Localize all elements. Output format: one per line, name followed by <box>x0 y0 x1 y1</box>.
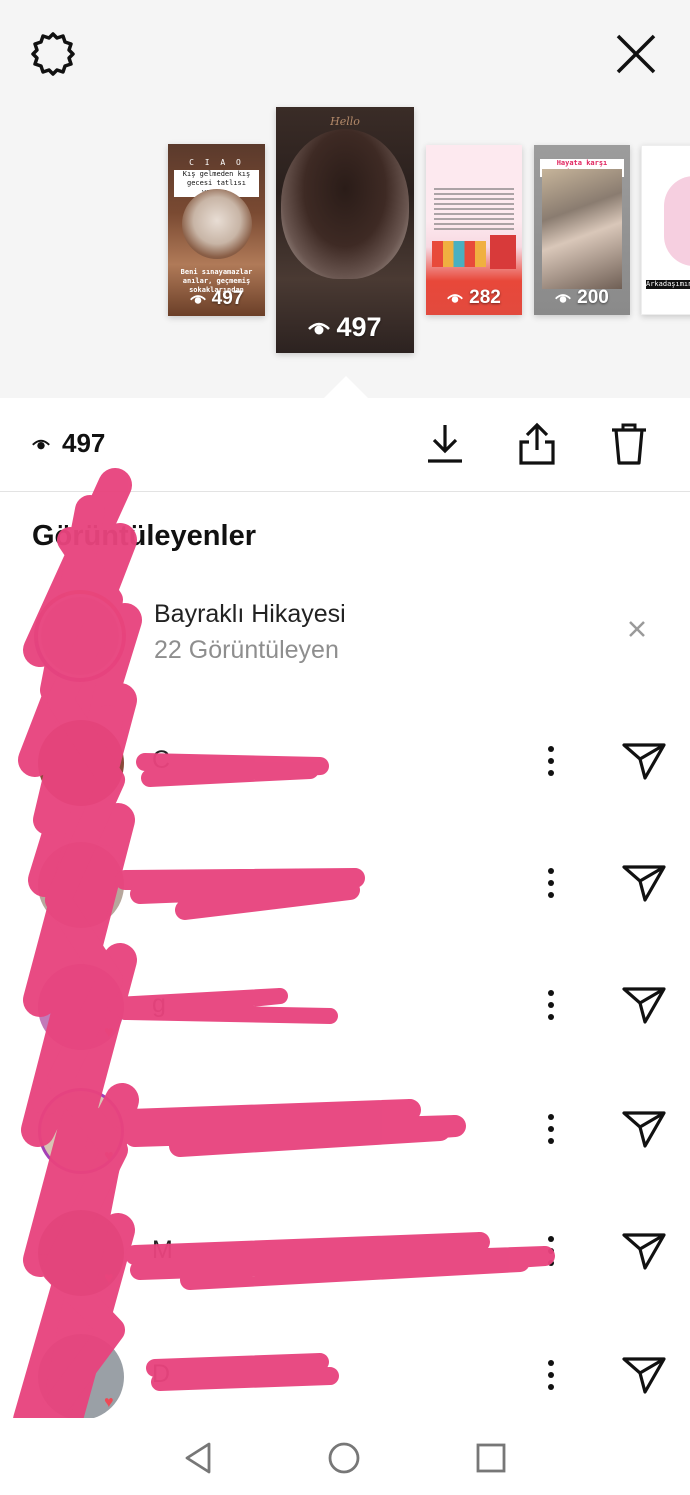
viewer-row[interactable]: ♥ D <box>0 1322 690 1432</box>
story-image <box>432 241 486 267</box>
gear-icon <box>31 32 75 76</box>
eye-icon <box>555 294 572 303</box>
avatar <box>34 590 126 682</box>
story-strip: C I A O Kış gelmeden kış gecesi tatlısı … <box>0 0 690 399</box>
avatar <box>38 720 124 806</box>
system-navigation-bar <box>0 1418 690 1495</box>
close-icon <box>616 34 656 74</box>
download-icon <box>428 425 462 463</box>
more-vertical-icon <box>548 868 554 898</box>
viewer-row[interactable]: ♥ g <box>0 952 690 1062</box>
more-options-button[interactable] <box>536 1106 566 1152</box>
back-triangle-icon <box>185 1442 211 1474</box>
more-vertical-icon <box>548 990 554 1020</box>
send-message-button[interactable] <box>618 982 670 1028</box>
story-image <box>664 176 690 266</box>
like-heart-icon: ♥ <box>104 1024 114 1041</box>
viewer-row[interactable] <box>0 830 690 940</box>
viewer-name: M <box>152 1236 173 1264</box>
story-image <box>490 235 516 269</box>
share-button[interactable] <box>515 420 559 468</box>
send-icon <box>622 1111 666 1148</box>
viewer-name: D <box>152 1360 171 1388</box>
send-message-button[interactable] <box>618 1106 670 1152</box>
eye-icon <box>189 295 206 304</box>
send-icon <box>622 1233 666 1270</box>
close-icon <box>629 621 645 637</box>
more-options-button[interactable] <box>536 982 566 1028</box>
like-heart-icon: ♥ <box>104 1270 114 1287</box>
back-button[interactable] <box>176 1436 220 1480</box>
selection-pointer <box>323 376 369 399</box>
story-thumbnail-selected[interactable]: Hello 497 <box>276 107 414 353</box>
send-message-button[interactable] <box>618 860 670 906</box>
viewer-name: g <box>152 990 166 1018</box>
avatar <box>38 842 124 928</box>
eye-icon <box>447 294 464 303</box>
story-image <box>542 169 622 289</box>
story-image <box>281 129 409 279</box>
share-icon <box>519 422 555 465</box>
delete-button[interactable] <box>607 420 651 468</box>
highlight-suggestion[interactable]: Bayraklı Hikayesi 22 Görüntüleyen <box>0 578 690 682</box>
story-caption: Arkadaşımın <box>646 280 690 289</box>
send-icon <box>622 987 666 1024</box>
story-view-count: 497 <box>168 288 265 310</box>
send-message-button[interactable] <box>618 1228 670 1274</box>
viewer-row[interactable]: ♥ M <box>0 1198 690 1308</box>
story-thumbnail[interactable]: Hayata karşı duruşum. 200 <box>534 145 630 315</box>
action-bar: 497 <box>0 398 690 492</box>
story-thumbnail[interactable]: C I A O Kış gelmeden kış gecesi tatlısı … <box>168 144 265 316</box>
eye-icon <box>32 439 50 449</box>
send-icon <box>622 743 666 780</box>
story-thumbnail[interactable]: 282 <box>426 145 522 315</box>
more-vertical-icon <box>548 1360 554 1390</box>
story-view-count: 282 <box>426 287 522 309</box>
more-vertical-icon <box>548 1114 554 1144</box>
settings-button[interactable] <box>25 26 81 82</box>
send-message-button[interactable] <box>618 738 670 784</box>
story-view-count: 200 <box>534 287 630 309</box>
send-icon <box>622 1357 666 1394</box>
viewer-row[interactable]: C <box>0 708 690 818</box>
viewers-title: Görüntüleyenler <box>32 520 256 552</box>
more-options-button[interactable] <box>536 860 566 906</box>
trash-icon <box>612 423 646 465</box>
story-view-count: 497 <box>276 312 414 343</box>
close-button[interactable] <box>608 26 664 82</box>
send-icon <box>622 865 666 902</box>
recent-square-icon <box>476 1443 506 1473</box>
viewer-row[interactable]: ♥ <box>0 1076 690 1186</box>
story-text-block <box>426 185 522 233</box>
story-thumbnail[interactable]: Arkadaşımın <box>641 145 690 315</box>
home-circle-icon <box>328 1442 360 1474</box>
home-button[interactable] <box>322 1436 366 1480</box>
like-heart-icon: ♥ <box>104 1394 114 1411</box>
recent-apps-button[interactable] <box>469 1436 513 1480</box>
more-vertical-icon <box>548 1236 554 1266</box>
story-image <box>182 189 252 259</box>
story-label: C I A O <box>189 158 244 167</box>
more-options-button[interactable] <box>536 1228 566 1274</box>
download-button[interactable] <box>423 420 467 468</box>
story-caption: Hello <box>330 115 360 128</box>
more-options-button[interactable] <box>536 1352 566 1398</box>
more-vertical-icon <box>548 746 554 776</box>
send-message-button[interactable] <box>618 1352 670 1398</box>
more-options-button[interactable] <box>536 738 566 784</box>
viewer-name: C <box>152 746 171 774</box>
eye-icon <box>308 322 331 334</box>
like-heart-icon: ♥ <box>104 1148 114 1165</box>
highlight-subtitle: 22 Görüntüleyen <box>154 636 339 664</box>
selected-view-count: 497 <box>32 428 105 459</box>
dismiss-button[interactable] <box>622 614 652 644</box>
highlight-title: Bayraklı Hikayesi <box>154 600 346 628</box>
